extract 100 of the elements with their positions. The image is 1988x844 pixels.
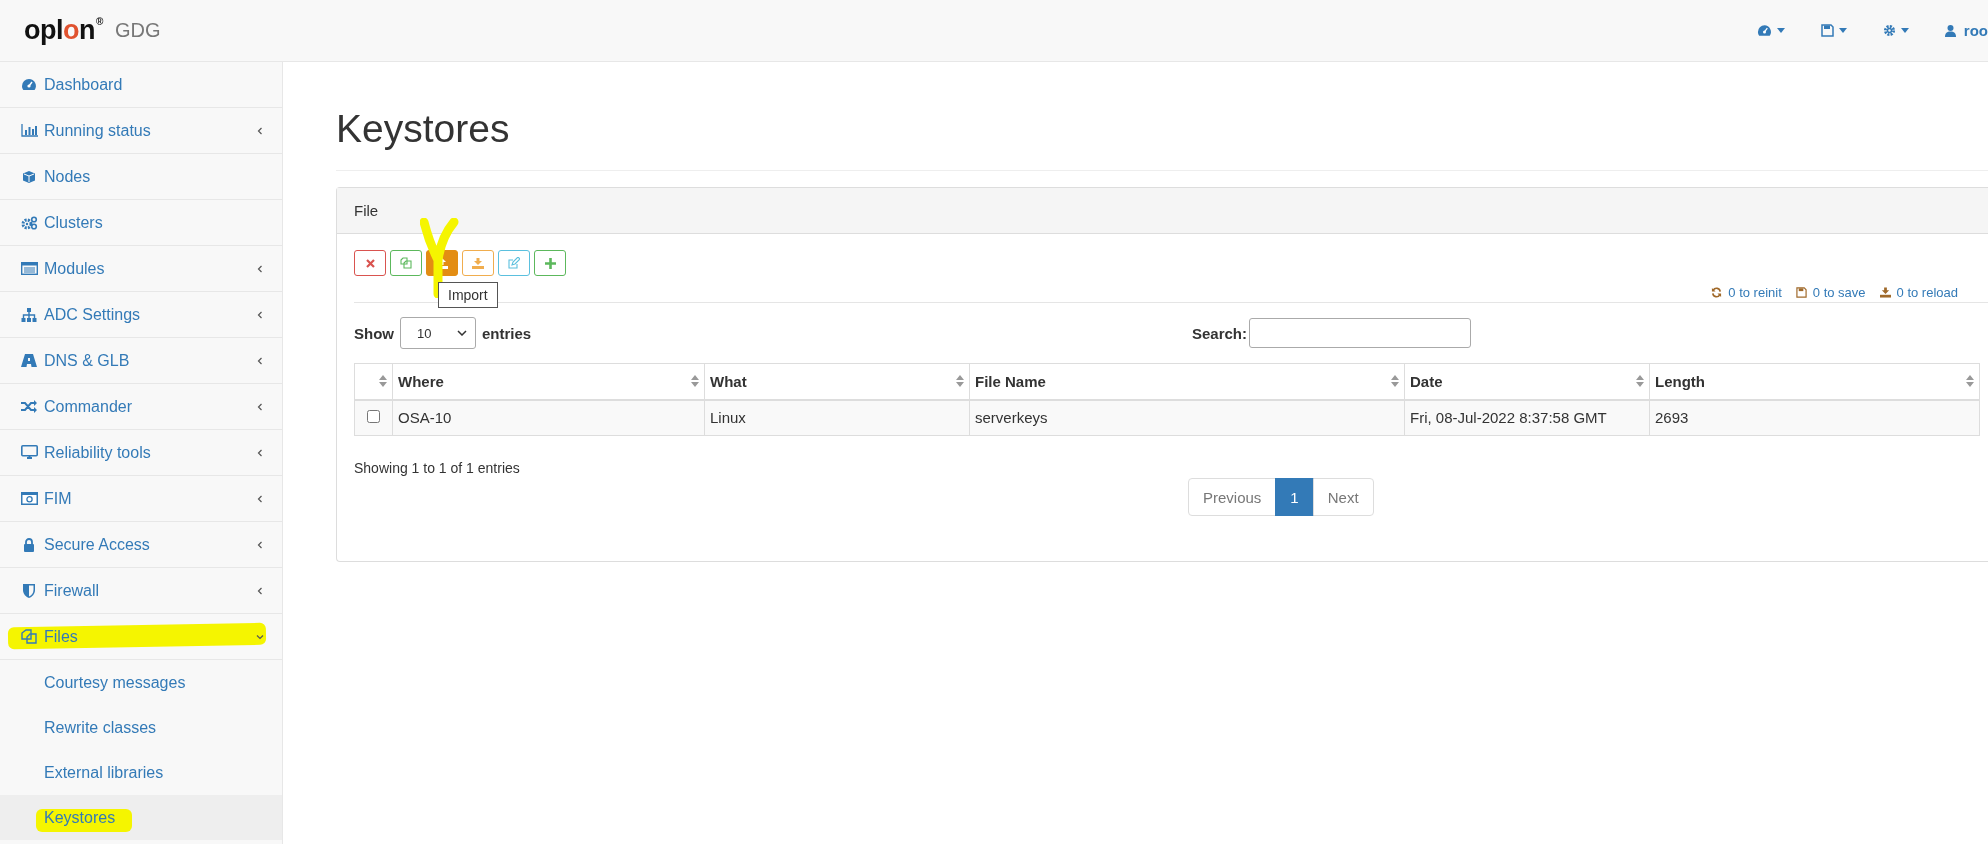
sidebar-label: Firewall xyxy=(44,581,100,600)
shuffle-icon xyxy=(21,400,37,413)
sidebar-item[interactable]: Modules xyxy=(0,246,282,292)
submenu-item[interactable]: Keystores xyxy=(0,795,282,840)
shield-icon xyxy=(23,583,35,598)
sidebar-label: Clusters xyxy=(44,213,103,232)
dashboard-icon xyxy=(21,78,37,91)
reinit-status-link[interactable]: 0 to reinit xyxy=(1711,285,1782,300)
chevron-left-icon xyxy=(256,448,264,457)
sitemap-icon xyxy=(21,307,37,322)
sidebar-item[interactable]: FIM xyxy=(0,476,282,522)
sidebar-item[interactable]: Files xyxy=(0,614,282,660)
road-icon xyxy=(21,354,37,367)
user-menu[interactable]: roo xyxy=(1944,22,1988,39)
search-label: Search: xyxy=(1192,324,1248,342)
plus-icon xyxy=(544,257,556,269)
sidebar-label: Running status xyxy=(44,121,151,140)
sidebar-label: Commander xyxy=(44,397,133,416)
settings-icon xyxy=(1882,24,1896,37)
sort-icon xyxy=(691,375,699,387)
submenu-item[interactable]: External libraries xyxy=(0,750,282,795)
save-icon xyxy=(1820,24,1834,37)
copy-button[interactable] xyxy=(390,250,422,276)
list-window-icon xyxy=(20,262,38,275)
sidebar-item[interactable]: Reliability tools xyxy=(0,430,282,476)
tooltip: Import xyxy=(438,282,498,308)
logo[interactable]: oplon$^{®}$ xyxy=(24,15,103,46)
bar-chart-icon xyxy=(20,124,38,137)
table-info: Showing 1 to 1 of 1 entries xyxy=(354,460,521,476)
save-icon xyxy=(1795,287,1807,298)
gears-icon xyxy=(20,215,38,230)
column-header[interactable]: File Name xyxy=(969,363,1405,400)
product-name: GDG xyxy=(114,19,161,42)
caret-icon xyxy=(1776,28,1785,33)
chevron-down-icon xyxy=(457,330,467,336)
export-button[interactable] xyxy=(462,250,494,276)
sort-icon xyxy=(956,375,964,387)
settings-menu[interactable] xyxy=(1882,24,1909,37)
sidebar-item[interactable]: Clusters xyxy=(0,200,282,246)
table-cell: Linux xyxy=(704,399,970,436)
column-header[interactable]: Where xyxy=(392,363,705,400)
chevron-left-icon xyxy=(256,402,264,411)
pagination-button[interactable]: Next xyxy=(1312,478,1374,516)
edit-button[interactable] xyxy=(498,250,530,276)
submenu-item[interactable]: Rewrite classes xyxy=(0,705,282,750)
download-icon xyxy=(1879,287,1891,298)
chevron-left-icon xyxy=(256,310,264,319)
column-header[interactable]: What xyxy=(704,363,970,400)
panel-heading: File xyxy=(354,202,379,219)
camera-window-icon xyxy=(20,492,38,505)
sidebar-item[interactable]: Nodes xyxy=(0,154,282,200)
dashboard-menu[interactable] xyxy=(1756,24,1785,37)
sort-icon xyxy=(1636,375,1644,387)
reload-status-link[interactable]: 0 to reload xyxy=(1879,285,1958,300)
caret-icon xyxy=(1900,28,1909,33)
table-cell: Fri, 08-Jul-2022 8:37:58 GMT xyxy=(1404,399,1650,436)
caret-icon xyxy=(1838,28,1847,33)
sidebar-label: Files xyxy=(44,627,78,646)
sidebar-label: Secure Access xyxy=(44,535,150,554)
sidebar-item[interactable]: Secure Access xyxy=(0,522,282,568)
chevron-left-icon xyxy=(256,126,264,135)
sidebar-label: FIM xyxy=(44,489,72,508)
entries-label: entries xyxy=(482,324,532,342)
show-label: Show xyxy=(354,324,394,342)
download-icon xyxy=(472,257,484,269)
search-field[interactable] xyxy=(1249,318,1472,348)
chevron-left-icon xyxy=(256,264,264,273)
entries-select[interactable]: 10 xyxy=(400,317,476,349)
save-status-link[interactable]: 0 to save xyxy=(1795,285,1866,300)
delete-button[interactable] xyxy=(354,250,386,276)
column-header[interactable]: Date xyxy=(1404,363,1650,400)
chevron-down-icon xyxy=(256,632,264,641)
submenu-item[interactable]: Courtesy messages xyxy=(0,660,282,705)
table-cell: 2693 xyxy=(1649,399,1980,436)
refresh-icon xyxy=(1711,287,1723,298)
save-menu[interactable] xyxy=(1820,24,1847,37)
sidebar-label: ADC Settings xyxy=(44,305,141,324)
chevron-left-icon xyxy=(256,586,264,595)
sort-icon xyxy=(379,375,387,387)
page-title: Keystores xyxy=(336,62,1988,171)
sort-icon xyxy=(1391,375,1399,387)
add-button[interactable] xyxy=(534,250,566,276)
sidebar-item[interactable]: Dashboard xyxy=(0,62,282,108)
monitor-icon xyxy=(20,445,38,460)
sidebar-item[interactable]: Running status xyxy=(0,108,282,154)
user-icon xyxy=(1944,24,1956,37)
table-cell: serverkeys xyxy=(969,399,1405,436)
pagination-button[interactable]: 1 xyxy=(1275,478,1314,516)
lock-icon xyxy=(23,537,35,552)
row-checkbox[interactable] xyxy=(367,410,380,424)
sidebar-label: Nodes xyxy=(44,167,91,186)
sidebar-item[interactable]: Commander xyxy=(0,384,282,430)
sidebar-item[interactable]: ADC Settings xyxy=(0,292,282,338)
column-header[interactable]: Length xyxy=(1649,363,1980,400)
chevron-left-icon xyxy=(256,356,264,365)
chevron-left-icon xyxy=(256,540,264,549)
dashboard-icon xyxy=(1756,24,1772,37)
sidebar-item[interactable]: Firewall xyxy=(0,568,282,614)
column-header[interactable] xyxy=(354,363,393,400)
sidebar-item[interactable]: DNS & GLB xyxy=(0,338,282,384)
